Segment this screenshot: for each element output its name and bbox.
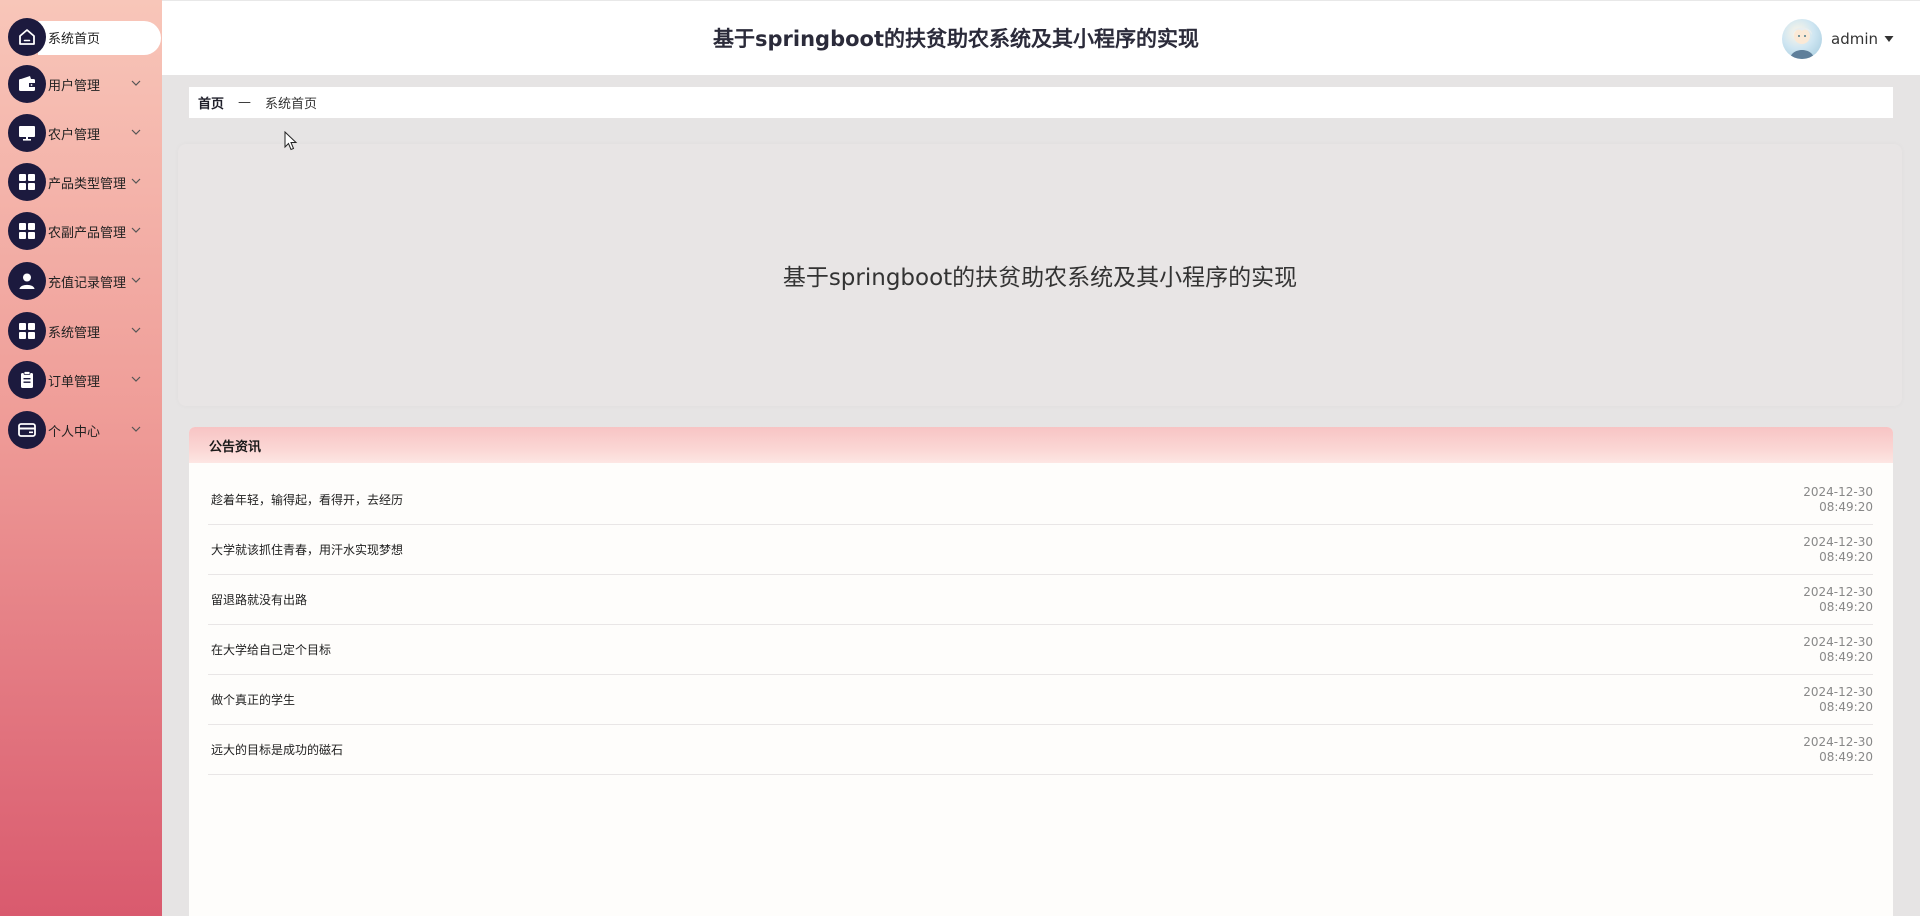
sidebar-item-farm-products[interactable]: 农副产品管理 bbox=[8, 212, 154, 250]
notice-item[interactable]: 在大学给自己定个目标 2024-12-30 08:49:20 bbox=[208, 625, 1873, 675]
notice-clock: 08:49:20 bbox=[1819, 599, 1873, 614]
notice-date: 2024-12-30 bbox=[1803, 584, 1873, 599]
sidebar-item-home[interactable]: 系统首页 bbox=[8, 18, 161, 56]
notice-date: 2024-12-30 bbox=[1803, 634, 1873, 649]
sidebar-item-label: 农副产品管理 bbox=[48, 225, 127, 241]
home-icon bbox=[8, 18, 46, 56]
notice-clock: 08:49:20 bbox=[1819, 699, 1873, 714]
sidebar-item-label: 产品类型管理 bbox=[48, 176, 127, 192]
notice-timestamp: 2024-12-30 08:49:20 bbox=[1803, 635, 1873, 665]
notice-item[interactable]: 趁着年轻，输得起，看得开，去经历 2024-12-30 08:49:20 bbox=[208, 475, 1873, 525]
notice-title: 在大学给自己定个目标 bbox=[211, 643, 332, 657]
sidebar-item-farmers[interactable]: 农户管理 bbox=[8, 114, 154, 152]
notice-timestamp: 2024-12-30 08:49:20 bbox=[1803, 485, 1873, 515]
sidebar-item-users[interactable]: 用户管理 bbox=[8, 65, 154, 103]
sidebar-item-label: 系统管理 bbox=[48, 325, 101, 341]
caret-down-icon bbox=[1884, 36, 1894, 42]
notice-title: 远大的目标是成功的磁石 bbox=[211, 743, 344, 757]
user-name: admin bbox=[1831, 30, 1878, 48]
breadcrumb-current: 系统首页 bbox=[265, 97, 318, 112]
notice-clock: 08:49:20 bbox=[1819, 499, 1873, 514]
notice-timestamp: 2024-12-30 08:49:20 bbox=[1803, 535, 1873, 565]
top-header: 基于springboot的扶贫助农系统及其小程序的实现 admin bbox=[162, 0, 1920, 75]
breadcrumb-home[interactable]: 首页 bbox=[198, 93, 224, 112]
avatar bbox=[1782, 19, 1822, 59]
notice-date: 2024-12-30 bbox=[1803, 734, 1873, 749]
chevron-down-icon bbox=[131, 426, 141, 432]
sidebar-item-system[interactable]: 系统管理 bbox=[8, 312, 154, 350]
notice-date: 2024-12-30 bbox=[1803, 484, 1873, 499]
sidebar-item-product-types[interactable]: 产品类型管理 bbox=[8, 163, 154, 201]
wallet-icon bbox=[8, 65, 46, 103]
notice-date: 2024-12-30 bbox=[1803, 684, 1873, 699]
sidebar-item-label: 充值记录管理 bbox=[48, 275, 127, 291]
chevron-down-icon bbox=[131, 227, 141, 233]
user-icon bbox=[8, 262, 46, 300]
notice-item[interactable]: 远大的目标是成功的磁石 2024-12-30 08:49:20 bbox=[208, 725, 1873, 775]
notice-heading: 公告资讯 bbox=[189, 427, 1893, 463]
sidebar-item-profile[interactable]: 个人中心 bbox=[8, 411, 154, 449]
sidebar-item-label: 用户管理 bbox=[48, 78, 101, 94]
notice-title: 大学就该抓住青春，用汗水实现梦想 bbox=[211, 543, 404, 557]
grid-icon bbox=[8, 312, 46, 350]
notice-date: 2024-12-30 bbox=[1803, 534, 1873, 549]
notice-item[interactable]: 大学就该抓住青春，用汗水实现梦想 2024-12-30 08:49:20 bbox=[208, 525, 1873, 575]
clipboard-icon bbox=[8, 361, 46, 399]
header-title: 基于springboot的扶贫助农系统及其小程序的实现 bbox=[713, 27, 1199, 51]
sidebar-item-label: 农户管理 bbox=[48, 127, 101, 143]
notice-panel: 公告资讯 趁着年轻，输得起，看得开，去经历 2024-12-30 08:49:2… bbox=[189, 427, 1893, 916]
notice-clock: 08:49:20 bbox=[1819, 549, 1873, 564]
notice-title: 做个真正的学生 bbox=[211, 693, 296, 707]
notice-item[interactable]: 留退路就没有出路 2024-12-30 08:49:20 bbox=[208, 575, 1873, 625]
notice-title: 留退路就没有出路 bbox=[211, 593, 308, 607]
notice-timestamp: 2024-12-30 08:49:20 bbox=[1803, 685, 1873, 715]
sidebar-item-label: 系统首页 bbox=[48, 31, 101, 47]
monitor-icon bbox=[8, 114, 46, 152]
sidebar-item-recharge[interactable]: 充值记录管理 bbox=[8, 262, 154, 300]
card-icon bbox=[8, 411, 46, 449]
breadcrumb: 首页 — 系统首页 bbox=[189, 87, 1893, 118]
chevron-down-icon bbox=[131, 327, 141, 333]
notice-timestamp: 2024-12-30 08:49:20 bbox=[1803, 735, 1873, 765]
user-menu[interactable]: admin bbox=[1782, 18, 1894, 60]
welcome-banner: 基于springboot的扶贫助农系统及其小程序的实现 bbox=[178, 144, 1902, 406]
banner-title: 基于springboot的扶贫助农系统及其小程序的实现 bbox=[782, 265, 1298, 291]
grid-icon bbox=[8, 163, 46, 201]
app-root: 系统首页 用户管理 农户管理 产品类型管理 农副产品管理 充值记录管理 系统管理… bbox=[0, 0, 1920, 916]
notice-clock: 08:49:20 bbox=[1819, 649, 1873, 664]
breadcrumb-separator: — bbox=[238, 95, 252, 110]
notice-clock: 08:49:20 bbox=[1819, 749, 1873, 764]
chevron-down-icon bbox=[131, 178, 141, 184]
sidebar-item-label: 订单管理 bbox=[48, 374, 101, 390]
sidebar-item-orders[interactable]: 订单管理 bbox=[8, 361, 154, 399]
chevron-down-icon bbox=[131, 376, 141, 382]
chevron-down-icon bbox=[131, 80, 141, 86]
grid-icon bbox=[8, 212, 46, 250]
chevron-down-icon bbox=[131, 277, 141, 283]
sidebar: 系统首页 用户管理 农户管理 产品类型管理 农副产品管理 充值记录管理 系统管理… bbox=[0, 0, 162, 916]
notice-item[interactable]: 做个真正的学生 2024-12-30 08:49:20 bbox=[208, 675, 1873, 725]
chevron-down-icon bbox=[131, 129, 141, 135]
notice-list: 趁着年轻，输得起，看得开，去经历 2024-12-30 08:49:20 大学就… bbox=[208, 475, 1873, 775]
notice-title: 趁着年轻，输得起，看得开，去经历 bbox=[211, 493, 404, 507]
mouse-cursor-icon bbox=[284, 131, 298, 151]
sidebar-item-label: 个人中心 bbox=[48, 424, 101, 440]
notice-timestamp: 2024-12-30 08:49:20 bbox=[1803, 585, 1873, 615]
